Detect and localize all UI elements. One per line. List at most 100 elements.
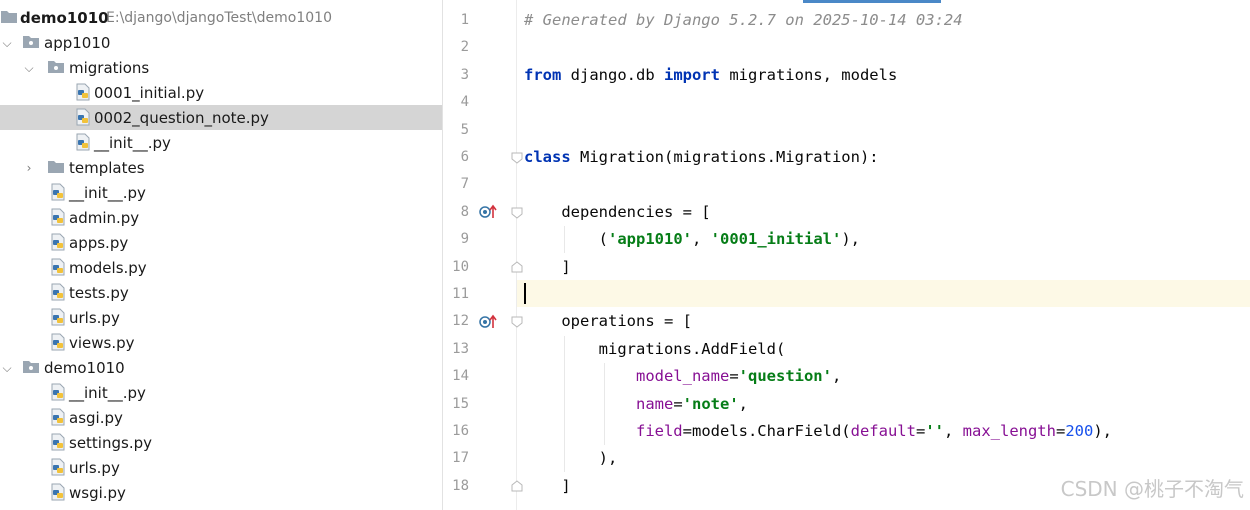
tree-item-demo-urls[interactable]: urls.py — [0, 455, 442, 480]
python-file-icon — [51, 308, 65, 326]
string-token: 'question' — [738, 367, 832, 385]
code-line-8: dependencies = [ — [524, 203, 711, 221]
gutter-separator — [516, 0, 517, 510]
tree-item-templates[interactable]: › templates — [0, 155, 442, 180]
code-token: , — [692, 230, 711, 248]
tree-item-label: asgi.py — [69, 408, 123, 427]
python-file-icon — [51, 433, 65, 451]
tree-root-demo1010[interactable]: demo1010 E:\django\djangoTest\demo1010 — [0, 5, 442, 30]
number-token: 200 — [1065, 422, 1094, 440]
code-token: , — [738, 395, 748, 413]
fold-end-icon[interactable] — [511, 261, 523, 273]
tree-item-migrations-init[interactable]: __init__.py — [0, 130, 442, 155]
python-file-icon — [51, 258, 65, 276]
tree-item-tests[interactable]: tests.py — [0, 280, 442, 305]
tree-item-label: apps.py — [69, 233, 129, 252]
tree-item-models[interactable]: models.py — [0, 255, 442, 280]
param-token: max_length — [962, 422, 1056, 440]
code-token: =models.CharField( — [682, 422, 851, 440]
tree-item-migrations[interactable]: ⌵ migrations — [0, 55, 442, 80]
code-token: = — [729, 367, 739, 385]
tree-item-label: __init__.py — [69, 183, 146, 202]
tree-item-views[interactable]: views.py — [0, 330, 442, 355]
fold-marker-icon[interactable] — [511, 152, 523, 164]
line-number: 5 — [460, 122, 469, 138]
code-editor[interactable]: 1 2 3 4 5 6 7 8 9 10 11 12 13 14 15 16 1… — [442, 0, 1250, 510]
tree-item-label: 0001_initial.py — [94, 83, 205, 102]
python-file-icon — [76, 133, 90, 151]
python-file-icon — [51, 408, 65, 426]
tree-item-app1010[interactable]: ⌵ app1010 — [0, 30, 442, 55]
line-number: 17 — [452, 450, 469, 466]
project-path: E:\django\djangoTest\demo1010 — [106, 9, 332, 26]
param-token: name — [635, 395, 674, 413]
active-tab-indicator — [803, 0, 941, 3]
line-number: 13 — [452, 341, 469, 357]
code-line-10: ] — [524, 258, 571, 276]
code-line-16: field=models.CharField(default='', max_l… — [524, 418, 1112, 445]
tree-item-demo1010[interactable]: ⌵ demo1010 — [0, 355, 442, 380]
tree-item-settings[interactable]: settings.py — [0, 430, 442, 455]
text-caret — [524, 283, 526, 304]
line-number: 8 — [460, 204, 469, 220]
tree-item-app-init[interactable]: __init__.py — [0, 180, 442, 205]
tree-item-0002-question-note[interactable]: 0002_question_note.py — [0, 105, 442, 130]
python-file-icon — [51, 233, 65, 251]
code-line-17: ), — [524, 449, 618, 467]
tree-item-label: app1010 — [44, 33, 111, 52]
keyword-token: from — [524, 66, 562, 84]
keyword-token: import — [663, 66, 720, 84]
package-folder-icon — [23, 361, 39, 373]
python-file-icon — [51, 458, 65, 476]
tree-item-label: wsgi.py — [69, 483, 126, 502]
code-token: ), — [1093, 422, 1112, 440]
tree-item-demo-init[interactable]: __init__.py — [0, 380, 442, 405]
chevron-down-icon[interactable]: ⌵ — [0, 361, 14, 375]
fold-marker-icon[interactable] — [511, 316, 523, 328]
code-line-12: operations = [ — [524, 312, 692, 330]
tree-item-label: tests.py — [69, 283, 129, 302]
line-number: 9 — [460, 231, 469, 247]
watermark: CSDN @桃子不淘气 — [1060, 477, 1244, 501]
tree-item-label: __init__.py — [94, 133, 171, 152]
param-token: model_name — [635, 367, 730, 385]
tree-item-asgi[interactable]: asgi.py — [0, 405, 442, 430]
tree-item-label: demo1010 — [44, 358, 125, 377]
override-icon[interactable] — [479, 314, 499, 330]
tree-item-0001-initial[interactable]: 0001_initial.py — [0, 80, 442, 105]
folder-icon — [48, 161, 64, 173]
tree-item-label: urls.py — [69, 308, 120, 327]
line-number: 3 — [460, 67, 469, 83]
python-file-icon — [51, 283, 65, 301]
tree-item-label: views.py — [69, 333, 135, 352]
tree-item-label: templates — [69, 158, 145, 177]
package-folder-icon — [23, 36, 39, 48]
python-file-icon — [76, 108, 90, 126]
code-token: , — [831, 367, 842, 385]
line-number: 12 — [452, 313, 469, 329]
fold-marker-icon[interactable] — [511, 207, 523, 219]
code-line-6: class Migration(migrations.Migration): — [524, 144, 879, 171]
line-number: 7 — [460, 176, 469, 192]
line-number: 10 — [452, 259, 469, 275]
code-token: = — [1055, 422, 1066, 440]
tree-item-admin[interactable]: admin.py — [0, 205, 442, 230]
code-line-3: from django.db import migrations, models — [524, 62, 897, 89]
tree-item-urls[interactable]: urls.py — [0, 305, 442, 330]
fold-end-icon[interactable] — [511, 480, 523, 492]
tree-item-wsgi[interactable]: wsgi.py — [0, 480, 442, 505]
tree-item-label: admin.py — [69, 208, 140, 227]
code-token: migrations, models — [719, 66, 898, 84]
override-icon[interactable] — [479, 204, 499, 220]
code-token: = — [915, 422, 926, 440]
tree-item-label: migrations — [69, 58, 150, 77]
tree-item-apps[interactable]: apps.py — [0, 230, 442, 255]
chevron-down-icon[interactable]: ⌵ — [0, 36, 14, 50]
chevron-right-icon[interactable]: › — [22, 161, 36, 175]
line-number: 15 — [452, 396, 469, 412]
current-line-highlight — [443, 280, 1250, 307]
package-folder-icon — [48, 61, 64, 73]
tree-item-label: __init__.py — [69, 383, 146, 402]
chevron-down-icon[interactable]: ⌵ — [22, 61, 36, 75]
